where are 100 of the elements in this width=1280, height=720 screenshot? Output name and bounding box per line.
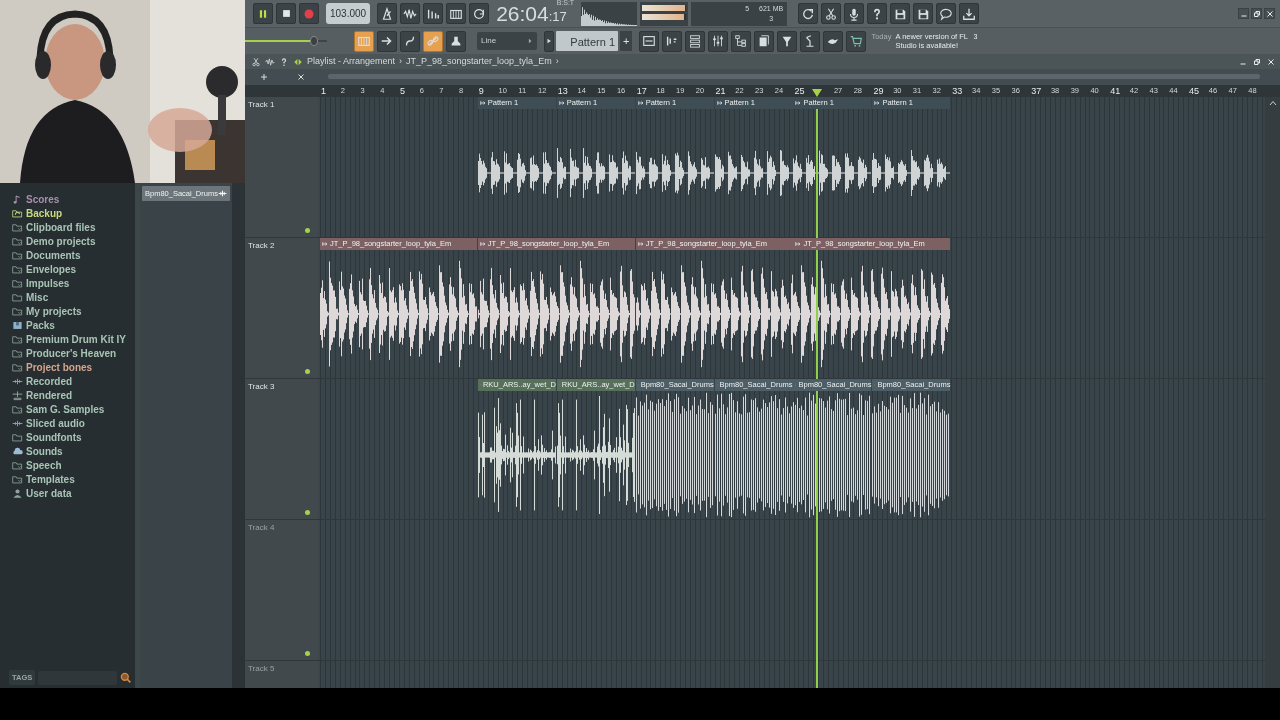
item-label[interactable]: Packs [26,317,55,333]
track-led[interactable] [305,369,310,374]
item-label[interactable]: Sam G. Samples [26,401,105,417]
item-label[interactable]: Speech [26,457,62,473]
loop-button[interactable] [469,3,490,24]
close-icon[interactable] [297,73,306,81]
track-name: Track 1 [248,99,275,111]
clip-arrow-icon [795,241,802,247]
playlist-button[interactable] [639,30,660,52]
track-header[interactable]: Track 2 [245,238,318,378]
mixer-button[interactable] [708,30,729,52]
item-label[interactable]: Envelopes [26,261,77,277]
save-button[interactable] [890,3,911,24]
pattern-selector[interactable]: Pattern 1 [556,31,618,51]
steps-button[interactable] [662,30,683,52]
item-label[interactable]: Sounds [26,443,63,459]
item-label[interactable]: Premium Drum Kit IY [26,331,127,347]
folder-icon [12,361,23,373]
note-icon [12,193,23,205]
plus-icon[interactable] [259,73,268,81]
waveform-button[interactable] [400,3,421,24]
clip-arrow-icon [479,241,486,247]
keyboard-button[interactable] [446,3,467,24]
breadcrumb[interactable]: Playlist - Arrangement [307,54,396,69]
list-button[interactable] [685,30,706,52]
pages-button[interactable] [754,30,775,52]
item-label[interactable]: Documents [26,247,81,263]
search-icon[interactable] [120,672,131,683]
close-button[interactable] [1264,8,1275,19]
cut-button[interactable] [821,3,842,24]
mixer-icon [711,34,726,48]
metronome-button[interactable] [377,3,398,24]
pause-button[interactable] [253,3,273,24]
download-button[interactable] [959,3,980,24]
item-label[interactable]: Rendered [26,387,73,403]
folder-icon [12,221,23,233]
chat-button[interactable] [936,3,957,24]
item-label[interactable]: Misc [26,289,49,305]
tool-toggle[interactable] [423,30,443,52]
refresh-button[interactable] [798,3,819,24]
track-led[interactable] [305,651,310,656]
minimize-button[interactable] [1238,8,1249,19]
clip-arrow-icon [716,100,723,106]
pattern-arrow-button[interactable] [544,30,554,52]
folder-icon [12,333,23,345]
snap-dropdown[interactable]: Line [477,32,537,50]
caret-icon [527,38,533,44]
item-label[interactable]: Producer's Heaven [26,345,117,361]
tree-icon [734,34,749,48]
waveform-icon [265,56,275,67]
tool-toggle[interactable] [354,30,374,52]
restore-icon[interactable] [1253,57,1261,66]
overview-scrollbar[interactable] [328,74,1260,79]
item-label[interactable]: Sliced audio [26,415,85,431]
track-header[interactable]: Track 3 [245,379,318,519]
breadcrumb-separator: › [399,54,403,68]
bars-button[interactable] [423,3,444,24]
cart-button[interactable] [846,30,867,52]
folder-icon [12,277,23,289]
track-led[interactable] [305,510,310,515]
lamp-button[interactable] [800,30,821,52]
slider-thumb[interactable] [309,36,318,46]
save-button[interactable] [913,3,934,24]
item-label[interactable]: User data [26,485,72,501]
stop-button[interactable] [276,3,296,24]
breadcrumb[interactable]: JT_P_98_songstarter_loop_tyla_Em [406,54,552,69]
add-pattern-button[interactable]: + [620,30,633,52]
help-button[interactable] [867,3,888,24]
tempo-field[interactable]: 103.000 [326,3,371,24]
item-label[interactable]: Backup [26,205,63,221]
track-header[interactable]: Track 5 [245,661,318,688]
item-label[interactable]: Clipboard files [26,219,96,235]
microphone-button[interactable] [844,3,865,24]
item-label[interactable]: Impulses [26,275,70,291]
item-label[interactable]: Soundfonts [26,429,82,445]
cloud-icon [12,445,23,457]
plus-icon [12,389,23,401]
item-label[interactable]: Scores [26,191,60,207]
item-label[interactable]: Recorded [26,373,73,389]
item-label[interactable]: Demo projects [26,233,96,249]
clip-arrow-icon [637,241,644,247]
tree-button[interactable] [731,30,752,52]
item-label[interactable]: Templates [26,471,75,487]
list-icon [688,34,703,48]
folder-icon [12,305,23,317]
track-header[interactable]: Track 1 [245,97,318,237]
tool-toggle[interactable] [400,30,420,52]
curve-icon [403,34,417,48]
restore-button[interactable] [1251,8,1262,19]
close-icon[interactable] [1267,57,1275,66]
cut-icon [251,56,261,67]
arrow-icon [380,34,394,48]
tool-toggle[interactable] [377,30,397,52]
item-label[interactable]: Project bones [26,359,93,375]
track-header[interactable]: Track 4 [245,520,318,660]
track-led[interactable] [305,228,310,233]
tool-toggle[interactable] [446,30,466,52]
user-icon [12,487,23,499]
item-label[interactable]: My projects [26,303,82,319]
scroll-up-icon[interactable] [1268,100,1277,106]
